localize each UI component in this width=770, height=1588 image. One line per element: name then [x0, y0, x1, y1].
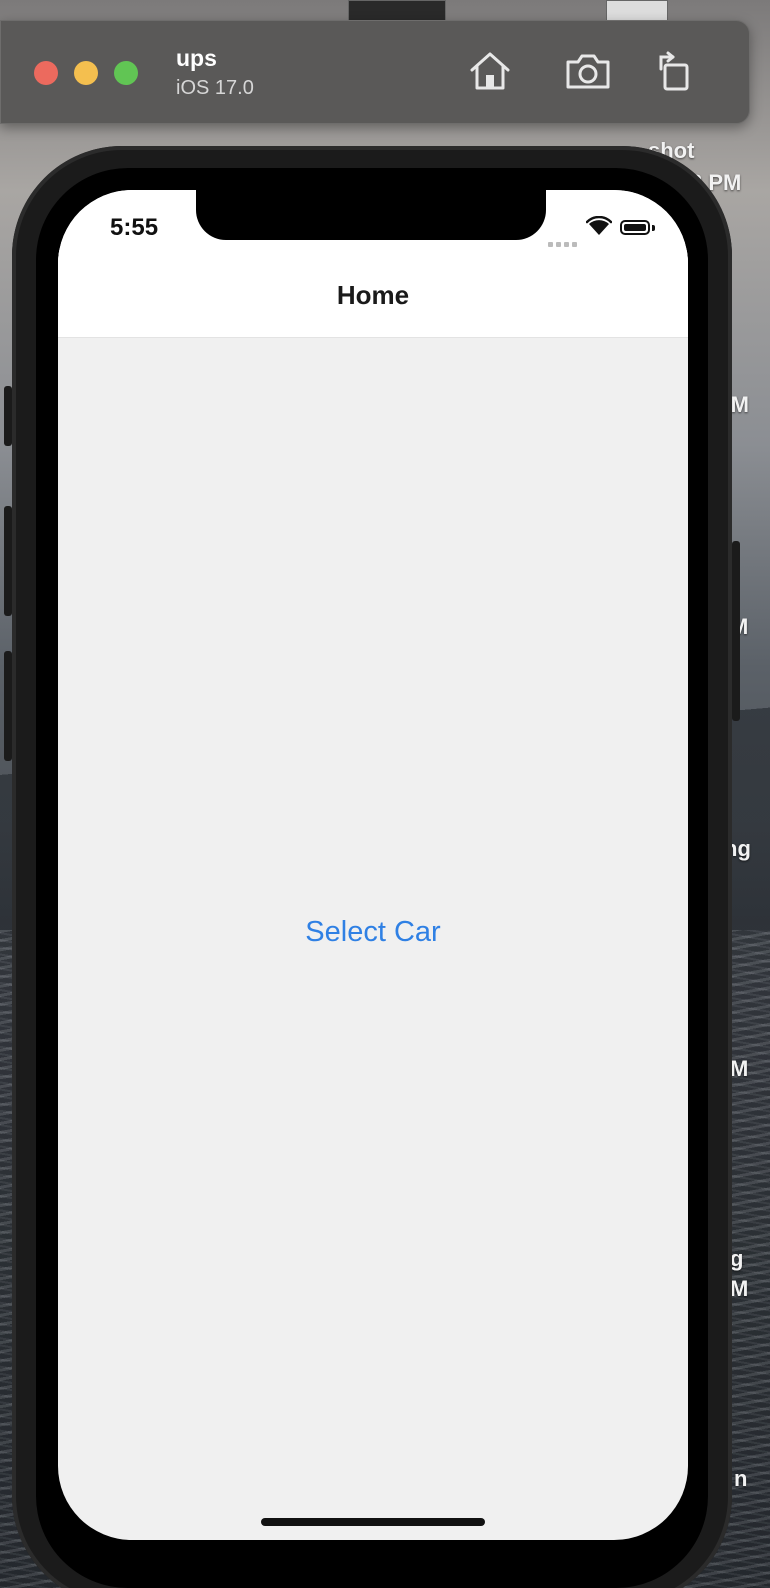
desktop-background: shot 3 PM PM M ng M g M n ups iOS 17.0 — [0, 0, 770, 1588]
home-indicator[interactable] — [261, 1518, 485, 1526]
desktop-file-label[interactable]: M — [730, 1276, 748, 1302]
home-icon[interactable] — [466, 47, 514, 95]
battery-cap — [652, 225, 655, 231]
status-time: 5:55 — [110, 214, 159, 241]
notch — [196, 190, 546, 240]
volume-down-button — [4, 651, 12, 761]
battery-icon — [620, 220, 650, 235]
desktop-file-label[interactable]: g — [730, 1246, 743, 1272]
power-button — [732, 541, 740, 721]
simulator-app-name: ups — [176, 45, 217, 71]
mute-switch — [4, 386, 12, 446]
maximize-window-button[interactable] — [114, 61, 138, 85]
simulator-toolbar: ups iOS 17.0 — [0, 20, 750, 124]
wifi-icon — [585, 215, 613, 236]
camera-icon[interactable] — [564, 47, 612, 95]
device-screen: 5:55 Home Select Car — [58, 190, 688, 1540]
page-title: Home — [336, 280, 410, 310]
close-window-button[interactable] — [34, 61, 58, 85]
volume-up-button — [4, 506, 12, 616]
rotate-icon[interactable] — [653, 47, 701, 95]
minimize-window-button[interactable] — [74, 61, 98, 85]
navigation-bar: Home — [58, 250, 688, 338]
desktop-file-label[interactable]: n — [734, 1466, 747, 1492]
desktop-file-label[interactable]: M — [730, 1056, 748, 1082]
simulator-os-version: iOS 17.0 — [176, 77, 254, 99]
select-car-button[interactable]: Select Car — [58, 916, 688, 949]
